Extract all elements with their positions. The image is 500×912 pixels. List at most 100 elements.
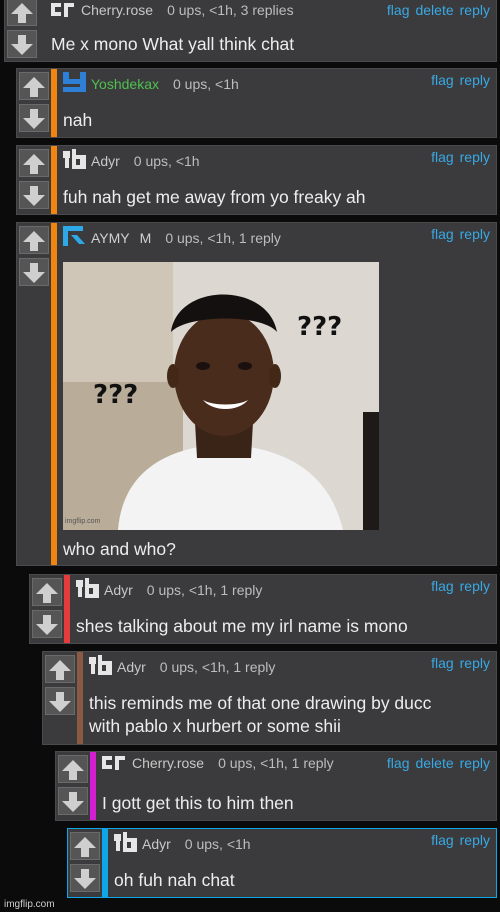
comment-stats: 0 ups, <1h, 3 replies [167,2,294,18]
downvote-button[interactable] [32,610,62,638]
comment-stats: 0 ups, <1h [133,153,200,169]
arrow-down-icon [49,692,71,712]
comment-yoshdekax: Yoshdekax 0 ups, <1h flag reply nah [16,68,497,138]
username[interactable]: Cherry.rose [81,2,153,18]
imgflip-watermark: imgflip.com [4,899,55,910]
comment-cherry-rose: Cherry.rose 0 ups, <1h, 3 replies flag del… [4,0,497,62]
comment-stats: 0 ups, <1h, 1 reply [159,659,276,675]
username[interactable]: Adyr [91,153,120,169]
comment-actions: flag reply [425,72,490,88]
comment-stats: 0 ups, <1h, 1 reply [165,230,281,246]
flag-link[interactable]: flag [431,578,454,594]
downvote-button[interactable] [45,687,75,715]
upvote-button[interactable] [45,655,75,683]
upvote-button[interactable] [70,832,100,860]
upvote-button[interactable] [58,755,88,783]
upvote-button[interactable] [7,0,37,26]
adyr-avatar-icon [89,655,112,675]
thread-accent-bar [51,69,57,137]
thread-accent-bar [64,575,70,643]
flag-link[interactable]: flag [431,149,454,165]
comment-meta: Adyr 0 ups, <1h, 1 reply flag reply [76,578,490,598]
upvote-button[interactable] [19,226,49,254]
downvote-button[interactable] [58,787,88,815]
arrow-up-icon [23,154,45,174]
flag-link[interactable]: flag [387,2,410,18]
thread-accent-bar [39,0,45,61]
username[interactable]: Adyr [117,659,146,675]
reply-link[interactable]: reply [460,149,490,165]
comment-actions: flag delete reply [381,755,490,771]
comment-actions: flag reply [425,149,490,165]
reply-link[interactable]: reply [460,226,490,242]
flag-link[interactable]: flag [431,72,454,88]
delete-link[interactable]: delete [415,2,453,18]
vote-controls [17,223,51,565]
aymy-avatar-icon [63,226,85,246]
downvote-button[interactable] [19,181,49,209]
comment-text: shes talking about me my irl name is mon… [76,616,408,636]
comment-text: oh fuh nah chat [114,870,235,890]
flag-link[interactable]: flag [431,226,454,242]
downvote-button[interactable] [70,864,100,892]
adyr-avatar-icon [114,832,137,852]
arrow-up-icon [74,837,96,857]
comment-text: I gott get this to him then [102,793,294,813]
vote-controls [17,146,51,214]
username[interactable]: AYMY [91,230,130,246]
arrow-up-icon [49,660,71,680]
comment-adyr: Adyr 0 ups, <1h, 1 reply flag reply this r… [42,651,497,745]
reply-link[interactable]: reply [460,832,490,848]
reply-link[interactable]: reply [460,755,490,771]
downvote-button[interactable] [7,30,37,58]
downvote-button[interactable] [19,258,49,286]
comment-meta: Adyr 0 ups, <1h, 1 reply flag reply [89,655,490,675]
thread-accent-bar [102,829,108,897]
upvote-button[interactable] [32,578,62,606]
adyr-avatar-icon [63,149,86,169]
flag-link[interactable]: flag [431,655,454,671]
comment-actions: flag delete reply [381,2,490,18]
vote-controls [56,752,90,820]
arrow-up-icon [36,583,58,603]
username[interactable]: Yoshdekax [91,76,159,92]
downvote-button[interactable] [19,104,49,132]
flag-link[interactable]: flag [431,832,454,848]
flag-link[interactable]: flag [387,755,410,771]
comment-text: Me x mono What yall think chat [51,34,295,54]
comment-stats: 0 ups, <1h [172,76,239,92]
thread-accent-bar [51,146,57,214]
comment-meta: Adyr 0 ups, <1h flag reply [63,149,490,169]
comment-actions: flag reply [425,226,490,242]
delete-link[interactable]: delete [415,755,453,771]
username[interactable]: Cherry.rose [132,755,204,771]
comment-actions: flag reply [425,832,490,848]
reply-link[interactable]: reply [460,2,490,18]
arrow-up-icon [23,77,45,97]
arrow-up-icon [62,760,84,780]
cherry-avatar-icon [51,3,74,17]
arrow-down-icon [11,35,33,55]
reply-link[interactable]: reply [460,578,490,594]
comment-text: nah [63,110,93,130]
adyr-avatar-icon [76,578,99,598]
arrow-down-icon [36,615,58,635]
vote-controls [5,0,39,61]
arrow-down-icon [23,263,45,283]
yoshdekax-avatar-icon [63,72,86,92]
comment-stats: 0 ups, <1h, 1 reply [146,582,263,598]
reply-link[interactable]: reply [460,72,490,88]
comment-meta: AYMY M 0 ups, <1h, 1 reply flag reply [63,226,490,246]
username[interactable]: Adyr [142,836,171,852]
comment-cherry-rose: Cherry.rose 0 ups, <1h, 1 reply flag delet… [55,751,497,821]
thread-accent-bar [51,223,57,565]
username[interactable]: Adyr [104,582,133,598]
comment-adyr: Adyr 0 ups, <1h flag reply fuh nah get me … [16,145,497,215]
reply-link[interactable]: reply [460,655,490,671]
upvote-button[interactable] [19,72,49,100]
comment-text-line-1: this reminds me of that one drawing by d… [89,693,432,713]
comment-meta: Cherry.rose 0 ups, <1h, 1 reply flag delet… [102,755,490,773]
cherry-avatar-icon [102,756,125,770]
meme-image[interactable]: ??? ??? imgflip.com [63,262,379,530]
upvote-button[interactable] [19,149,49,177]
